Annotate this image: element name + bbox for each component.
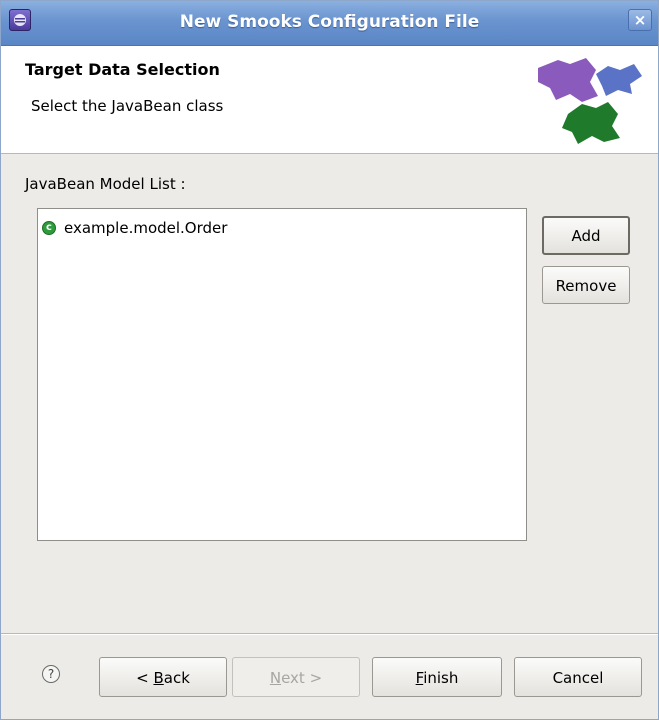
finish-button-label-rest: inish [423,669,459,687]
wizard-banner-shapes-icon [538,58,642,144]
close-icon[interactable]: × [628,9,652,31]
back-button-prefix: < [136,669,154,687]
page-title: Target Data Selection [25,60,220,79]
next-button-label-rest: ext > [281,669,323,687]
wizard-banner: Target Data Selection Select the JavaBea… [1,46,658,154]
help-icon[interactable]: ? [42,665,60,683]
back-button-mnemonic: B [153,669,164,687]
remove-button[interactable]: Remove [542,266,630,304]
model-list[interactable]: c example.model.Order [37,208,527,541]
wizard-dialog: New Smooks Configuration File × Target D… [0,0,659,720]
class-icon: c [42,221,56,235]
title-bar[interactable]: New Smooks Configuration File × [1,1,658,46]
model-list-label: JavaBean Model List : [25,175,186,193]
page-description: Select the JavaBean class [31,97,224,115]
next-button-mnemonic: N [269,669,282,687]
finish-button[interactable]: Finish [372,657,502,697]
window-title: New Smooks Configuration File [179,12,480,32]
next-button[interactable]: Next > [232,657,360,697]
cancel-button[interactable]: Cancel [514,657,642,697]
list-item[interactable]: c example.model.Order [42,217,227,239]
list-item-label: example.model.Order [64,219,228,237]
back-button[interactable]: < Back [99,657,227,697]
footer-separator [1,633,658,635]
add-button[interactable]: Add [542,216,630,255]
back-button-label-rest: ack [163,669,190,687]
